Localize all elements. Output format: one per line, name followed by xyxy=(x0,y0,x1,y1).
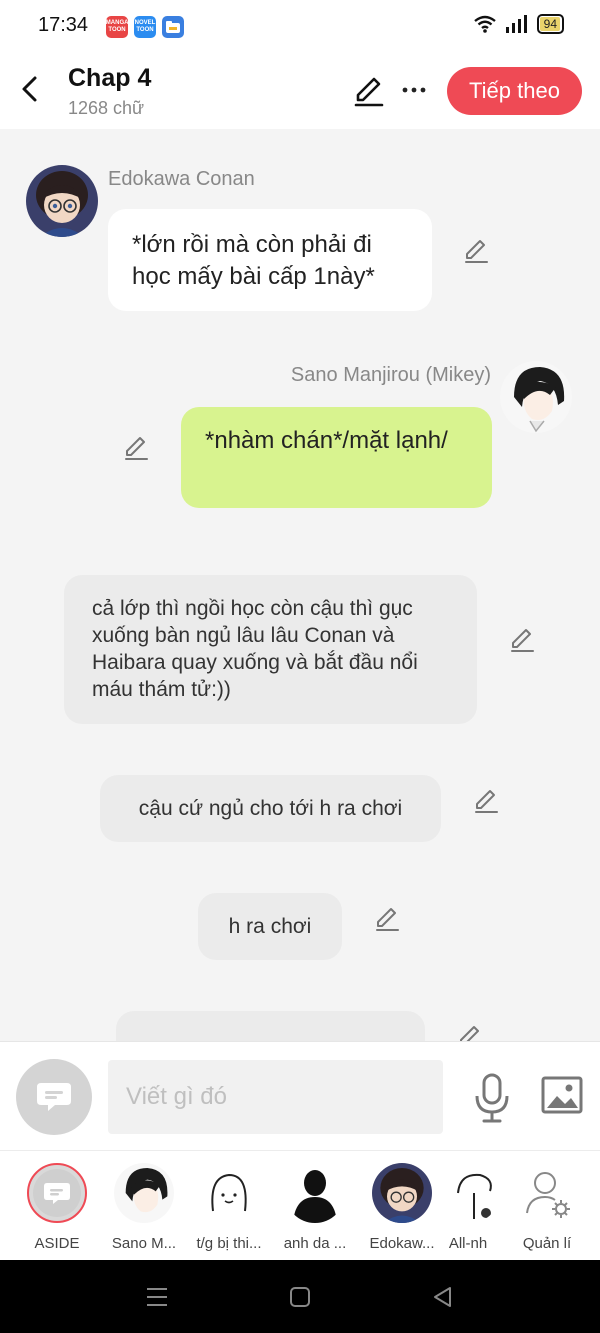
edit-message-button[interactable] xyxy=(472,787,500,815)
recent-apps-button[interactable] xyxy=(144,1284,170,1310)
avatar-sano-manjirou[interactable] xyxy=(500,361,572,433)
signal-icon xyxy=(505,15,527,33)
voice-input-button[interactable] xyxy=(472,1072,512,1124)
character-name: Sano M... xyxy=(111,1235,177,1252)
speaker-name: Sano Manjirou (Mikey) xyxy=(290,364,491,386)
pencil-icon xyxy=(354,77,384,107)
avatar-edokawa-conan[interactable] xyxy=(26,165,98,237)
wifi-icon xyxy=(473,15,496,33)
aside-mode-button[interactable] xyxy=(16,1059,92,1135)
character-tg[interactable]: t/g bị thi... xyxy=(187,1163,271,1252)
character-name: anh da ... xyxy=(283,1235,347,1252)
compose-bar xyxy=(0,1041,600,1150)
avatar xyxy=(517,1163,577,1223)
character-sano-manjirou[interactable]: Sano M... xyxy=(102,1163,186,1252)
mangatoon-app-icon: MANGA TOON xyxy=(106,16,128,38)
more-options-button[interactable] xyxy=(400,78,428,102)
avatar xyxy=(199,1163,259,1223)
character-aside[interactable]: ASIDE xyxy=(15,1163,99,1252)
more-dots-icon xyxy=(402,87,426,93)
avatar xyxy=(440,1163,496,1223)
system-back-button[interactable] xyxy=(430,1284,456,1310)
avatar xyxy=(285,1163,345,1223)
edit-message-button[interactable] xyxy=(462,237,490,265)
character-name: t/g bị thi... xyxy=(196,1235,262,1252)
aside-bubble[interactable] xyxy=(116,1011,425,1041)
status-bar: 17:34 MANGA TOON NOVEL TOON 94 xyxy=(0,0,600,54)
pencil-icon xyxy=(465,240,488,263)
system-nav-bar xyxy=(0,1260,600,1333)
chat-area[interactable]: Edokawa Conan *lớn rồi mà còn phải đi họ… xyxy=(0,129,600,1041)
avatar xyxy=(27,1163,87,1223)
avatar xyxy=(372,1163,432,1223)
pencil-icon xyxy=(475,790,498,813)
aside-bubble[interactable]: h ra chơi xyxy=(198,893,342,960)
insert-image-button[interactable] xyxy=(541,1076,583,1114)
back-button[interactable] xyxy=(14,72,44,106)
battery-indicator: 94 xyxy=(536,14,564,34)
chevron-left-icon xyxy=(22,76,37,102)
character-name: Quản lí xyxy=(522,1235,572,1252)
message-input[interactable] xyxy=(108,1060,443,1134)
page-title: Chap 4 xyxy=(68,64,152,92)
word-count: 1268 chữ xyxy=(68,98,145,118)
next-button[interactable]: Tiếp theo xyxy=(447,67,582,115)
edit-message-button[interactable] xyxy=(373,905,401,933)
chat-bubble-icon xyxy=(33,1169,81,1217)
character-anh-da[interactable]: anh da ... xyxy=(273,1163,357,1252)
chapter-header: Chap 4 1268 chữ Tiếp theo xyxy=(0,54,600,129)
message-bubble[interactable]: *nhàm chán*/mặt lạnh/ xyxy=(181,407,492,508)
status-time: 17:34 xyxy=(38,14,89,36)
chat-bubble-icon xyxy=(37,1083,71,1111)
menu-icon xyxy=(147,1288,167,1306)
aside-bubble[interactable]: cậu cứ ngủ cho tới h ra chơi xyxy=(100,775,441,842)
character-name: All-nh xyxy=(448,1235,488,1252)
speaker-name: Edokawa Conan xyxy=(108,168,255,190)
avatar xyxy=(114,1163,174,1223)
character-selector-bar: ASIDE Sano M... t/g bị thi... anh da ...… xyxy=(0,1150,600,1260)
noveltoon-app-icon: NOVEL TOON xyxy=(134,16,156,38)
files-app-icon xyxy=(162,16,184,38)
pencil-icon xyxy=(511,629,534,652)
character-name: ASIDE xyxy=(34,1235,80,1252)
pencil-icon xyxy=(460,1026,479,1041)
pencil-icon xyxy=(125,437,148,460)
edit-message-button[interactable] xyxy=(456,1023,484,1041)
edit-message-button[interactable] xyxy=(122,434,150,462)
edit-message-button[interactable] xyxy=(508,626,536,654)
image-icon xyxy=(541,1076,583,1114)
manage-characters-button[interactable]: Quản lí xyxy=(505,1163,589,1252)
edit-chapter-button[interactable] xyxy=(352,74,386,108)
status-app-icons: MANGA TOON NOVEL TOON xyxy=(106,16,184,38)
status-indicators: 94 xyxy=(473,14,564,34)
square-icon xyxy=(290,1287,310,1307)
user-settings-icon xyxy=(526,1172,570,1218)
character-name: Edokaw... xyxy=(369,1235,435,1252)
battery-level: 94 xyxy=(543,17,557,31)
aside-bubble[interactable]: cả lớp thì ngồi học còn cậu thì gục xuốn… xyxy=(64,575,477,724)
message-bubble[interactable]: *lớn rồi mà còn phải đi học mấy bài cấp … xyxy=(108,209,432,311)
pencil-icon xyxy=(376,908,399,931)
character-all-nh[interactable]: All-nh xyxy=(440,1163,496,1252)
character-edokawa-conan[interactable]: Edokaw... xyxy=(360,1163,444,1252)
triangle-back-icon xyxy=(434,1287,451,1307)
home-button[interactable] xyxy=(287,1284,313,1310)
microphone-icon xyxy=(475,1073,509,1123)
